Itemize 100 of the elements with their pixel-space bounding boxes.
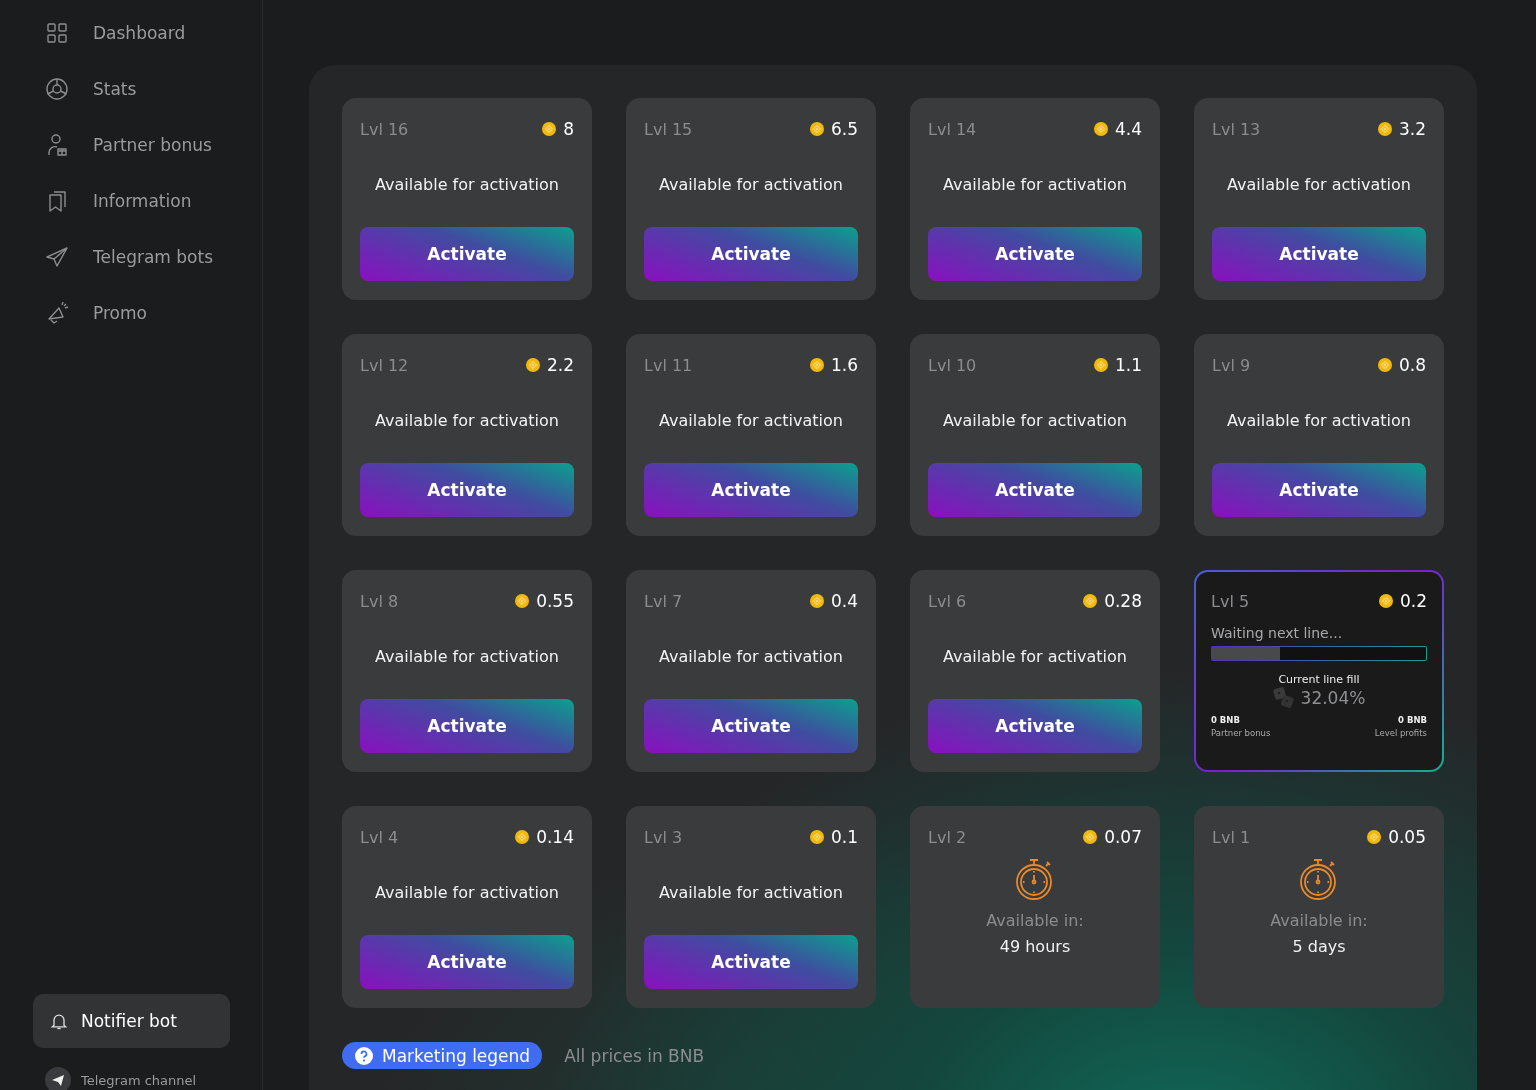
coin-icon [542, 122, 557, 136]
notifier-bot-button[interactable]: Notifier bot [33, 994, 230, 1048]
status-text: Available for activation [658, 175, 844, 194]
status-text: Available for activation [942, 411, 1128, 430]
activate-button[interactable]: Activate [644, 463, 858, 517]
level-label: Lvl 13 [1212, 119, 1261, 139]
price-value: 0.07 [1104, 827, 1142, 847]
coin-icon [515, 594, 530, 608]
activate-button[interactable]: Activate [928, 463, 1142, 517]
activate-button[interactable]: Activate [644, 699, 858, 753]
level-label: Lvl 1 [1212, 827, 1251, 847]
level-label: Lvl 11 [644, 355, 693, 375]
price-value: 1.6 [830, 355, 858, 375]
coin-icon [809, 830, 824, 844]
level-label: Lvl 5 [1211, 591, 1250, 611]
level-label: Lvl 6 [928, 591, 967, 611]
available-in-label: Available in: [1269, 911, 1369, 930]
activate-button[interactable]: Activate [360, 463, 574, 517]
status-text: Available for activation [374, 883, 560, 902]
level-label: Lvl 9 [1212, 355, 1251, 375]
status-text: Available for activation [1226, 411, 1412, 430]
price-value: 0.55 [536, 591, 574, 611]
available-in-label: Available in: [985, 911, 1085, 930]
level-label: Lvl 7 [644, 591, 683, 611]
marketing-legend-button[interactable]: Marketing legend [342, 1042, 543, 1069]
dice-icon [1272, 687, 1295, 709]
level-label: Lvl 8 [360, 591, 399, 611]
paper-plane-icon [45, 1067, 71, 1090]
coin-icon [1093, 122, 1108, 136]
telegram-channel-link[interactable]: Telegram channel [81, 1072, 197, 1088]
sidebar-item[interactable]: Telegram bots [33, 229, 262, 285]
sidebar-item[interactable]: Promo [33, 285, 262, 341]
level-label: Lvl 3 [644, 827, 683, 847]
price-value: 0.2 [1399, 591, 1427, 611]
fill-value: 32.04% [1300, 688, 1366, 708]
price-value: 0.4 [830, 591, 858, 611]
activate-button[interactable]: Activate [644, 227, 858, 281]
activate-button[interactable]: Activate [1212, 227, 1426, 281]
activate-button[interactable]: Activate [360, 935, 574, 989]
status-text: Available for activation [658, 883, 844, 902]
coin-icon [1083, 830, 1098, 844]
price-value: 6.5 [830, 119, 858, 139]
price-value: 0.14 [536, 827, 574, 847]
coin-icon [809, 358, 824, 372]
coin-icon [809, 122, 824, 136]
level-label: Lvl 2 [928, 827, 967, 847]
partner-bonus-label: Partner bonus [1211, 728, 1271, 738]
price-value: 0.05 [1388, 827, 1426, 847]
coin-icon [1083, 594, 1098, 608]
status-text: Available for activation [374, 647, 560, 666]
activate-button[interactable]: Activate [644, 935, 858, 989]
sidebar-item[interactable]: Partner bonus [33, 117, 262, 173]
price-value: 0.1 [830, 827, 858, 847]
level-label: Lvl 14 [928, 119, 977, 139]
help-icon [355, 1046, 373, 1065]
coin-icon [1093, 358, 1108, 372]
activate-button[interactable]: Activate [928, 699, 1142, 753]
price-value: 1.1 [1114, 355, 1142, 375]
level-label: Lvl 4 [360, 827, 399, 847]
sidebar-item[interactable]: Dashboard [33, 5, 262, 61]
status-text: Available for activation [942, 647, 1128, 666]
level-label: Lvl 15 [644, 119, 693, 139]
paper-plane-icon [45, 245, 69, 269]
fill-label: Current line fill [1277, 673, 1361, 686]
time-remaining: 5 days [1291, 937, 1347, 956]
level-profits-value: 0 BNB [1397, 715, 1427, 725]
coin-icon [1367, 830, 1382, 844]
status-text: Available for activation [374, 411, 560, 430]
level-profits-label: Level profits [1374, 728, 1427, 738]
status-text: Waiting next line... [1211, 625, 1344, 641]
coin-icon [1378, 594, 1393, 608]
level-label: Lvl 10 [928, 355, 977, 375]
coin-icon [809, 594, 824, 608]
prices-note: All prices in BNB [564, 1045, 705, 1066]
status-text: Available for activation [1226, 175, 1412, 194]
partner-bonus-value: 0 BNB [1211, 715, 1241, 725]
status-text: Available for activation [658, 411, 844, 430]
price-value: 3.2 [1398, 119, 1426, 139]
grid-icon [45, 21, 69, 45]
activate-button[interactable]: Activate [360, 227, 574, 281]
chart-icon [45, 77, 69, 101]
level-label: Lvl 16 [360, 119, 409, 139]
price-value: 2.2 [546, 355, 574, 375]
activate-button[interactable]: Activate [360, 699, 574, 753]
activate-button[interactable]: Activate [928, 227, 1142, 281]
price-value: 4.4 [1114, 119, 1142, 139]
price-value: 0.28 [1104, 591, 1142, 611]
person-gift-icon [45, 133, 69, 157]
time-remaining: 49 hours [998, 937, 1072, 956]
sidebar-item[interactable]: Information [33, 173, 262, 229]
sidebar-item[interactable]: Stats [33, 61, 262, 117]
status-text: Available for activation [374, 175, 560, 194]
coin-icon [1377, 358, 1392, 372]
coin-icon [515, 830, 530, 844]
price-value: 0.8 [1398, 355, 1426, 375]
megaphone-icon [45, 301, 69, 325]
activate-button[interactable]: Activate [1212, 463, 1426, 517]
coin-icon [525, 358, 540, 372]
price-value: 8 [563, 119, 574, 139]
status-text: Available for activation [942, 175, 1128, 194]
